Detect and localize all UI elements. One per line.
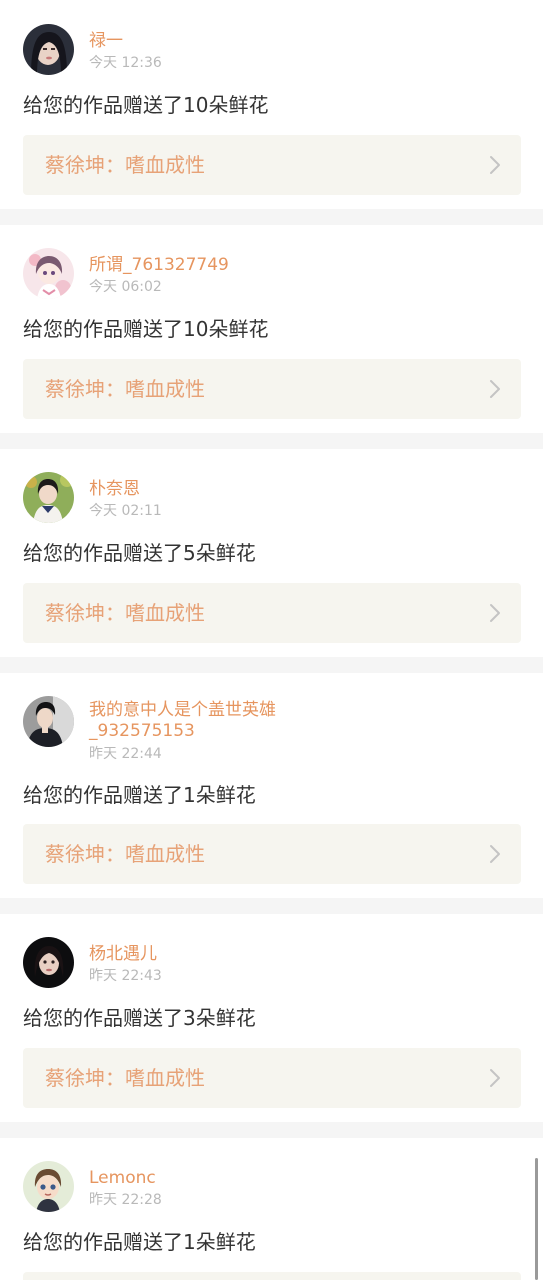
gift-message: 给您的作品赠送了10朵鲜花 (23, 93, 269, 117)
item-separator (0, 433, 543, 449)
avatar-dark-hair-girl-icon (23, 24, 74, 75)
work-link[interactable]: 蔡徐坤：嗜血成性 (23, 824, 521, 884)
gift-message: 给您的作品赠送了3朵鲜花 (23, 1006, 256, 1030)
work-link[interactable]: 蔡徐坤：嗜血成性 (23, 1048, 521, 1108)
work-link[interactable]: 蔡徐坤：嗜血成性 (23, 583, 521, 643)
avatar-boy-dark-jacket-icon (23, 696, 74, 747)
timestamp: 今天 06:02 (89, 279, 162, 295)
timestamp: 昨天 22:44 (89, 746, 162, 762)
item-separator (0, 1122, 543, 1138)
timestamp: 今天 12:36 (89, 55, 162, 71)
chevron-right-icon (490, 604, 500, 622)
gift-message: 给您的作品赠送了5朵鲜花 (23, 541, 256, 565)
notification-item: 朴奈恩 今天 02:11 给您的作品赠送了5朵鲜花 蔡徐坤：嗜血成性 (0, 449, 543, 657)
username[interactable]: Lemonc (89, 1168, 509, 1189)
avatar-cartoon-girl-icon (23, 1161, 74, 1212)
username[interactable]: 杨北遇儿 (89, 944, 509, 965)
username[interactable]: 我的意中人是个盖世英雄 _932575153 (89, 700, 509, 742)
work-title: 蔡徐坤：嗜血成性 (45, 842, 205, 866)
timestamp: 今天 02:11 (89, 503, 162, 519)
user-avatar[interactable] (23, 24, 74, 75)
work-title: 蔡徐坤：嗜血成性 (45, 377, 205, 401)
chevron-right-icon (490, 156, 500, 174)
username[interactable]: 朴奈恩 (89, 479, 509, 500)
notification-item: 所谓_761327749 今天 06:02 给您的作品赠送了10朵鲜花 蔡徐坤：… (0, 225, 543, 433)
user-avatar[interactable] (23, 937, 74, 988)
work-link[interactable]: 蔡徐坤：嗜血成性 (23, 359, 521, 419)
avatar-girl-black-bg-icon (23, 937, 74, 988)
chevron-right-icon (490, 1069, 500, 1087)
gift-message: 给您的作品赠送了1朵鲜花 (23, 783, 256, 807)
chevron-right-icon (490, 380, 500, 398)
notification-item: Lemonc 昨天 22:28 给您的作品赠送了1朵鲜花 (0, 1138, 543, 1280)
user-avatar[interactable] (23, 248, 74, 299)
item-separator (0, 898, 543, 914)
item-separator (0, 209, 543, 225)
work-link[interactable] (23, 1272, 521, 1280)
scrollbar[interactable] (535, 1158, 538, 1280)
chevron-right-icon (490, 845, 500, 863)
notification-item: 禄一 今天 12:36 给您的作品赠送了10朵鲜花 蔡徐坤：嗜血成性 (0, 0, 543, 208)
work-title: 蔡徐坤：嗜血成性 (45, 601, 205, 625)
avatar-schoolgirl-garden-icon (23, 472, 74, 523)
user-avatar[interactable] (23, 1161, 74, 1212)
gift-message: 给您的作品赠送了1朵鲜花 (23, 1230, 256, 1254)
work-title: 蔡徐坤：嗜血成性 (45, 153, 205, 177)
timestamp: 昨天 22:28 (89, 1192, 162, 1208)
username[interactable]: 所谓_761327749 (89, 255, 509, 276)
item-separator (0, 657, 543, 673)
gift-notification-feed: 禄一 今天 12:36 给您的作品赠送了10朵鲜花 蔡徐坤：嗜血成性 所谓_76… (0, 0, 543, 1280)
gift-message: 给您的作品赠送了10朵鲜花 (23, 317, 269, 341)
notification-item: 杨北遇儿 昨天 22:43 给您的作品赠送了3朵鲜花 蔡徐坤：嗜血成性 (0, 914, 543, 1122)
timestamp: 昨天 22:43 (89, 968, 162, 984)
work-link[interactable]: 蔡徐坤：嗜血成性 (23, 135, 521, 195)
avatar-anime-girl-pink-icon (23, 248, 74, 299)
user-avatar[interactable] (23, 472, 74, 523)
work-title: 蔡徐坤：嗜血成性 (45, 1066, 205, 1090)
user-avatar[interactable] (23, 696, 74, 747)
username[interactable]: 禄一 (89, 31, 509, 52)
notification-item: 我的意中人是个盖世英雄 _932575153 昨天 22:44 给您的作品赠送了1… (0, 673, 543, 898)
